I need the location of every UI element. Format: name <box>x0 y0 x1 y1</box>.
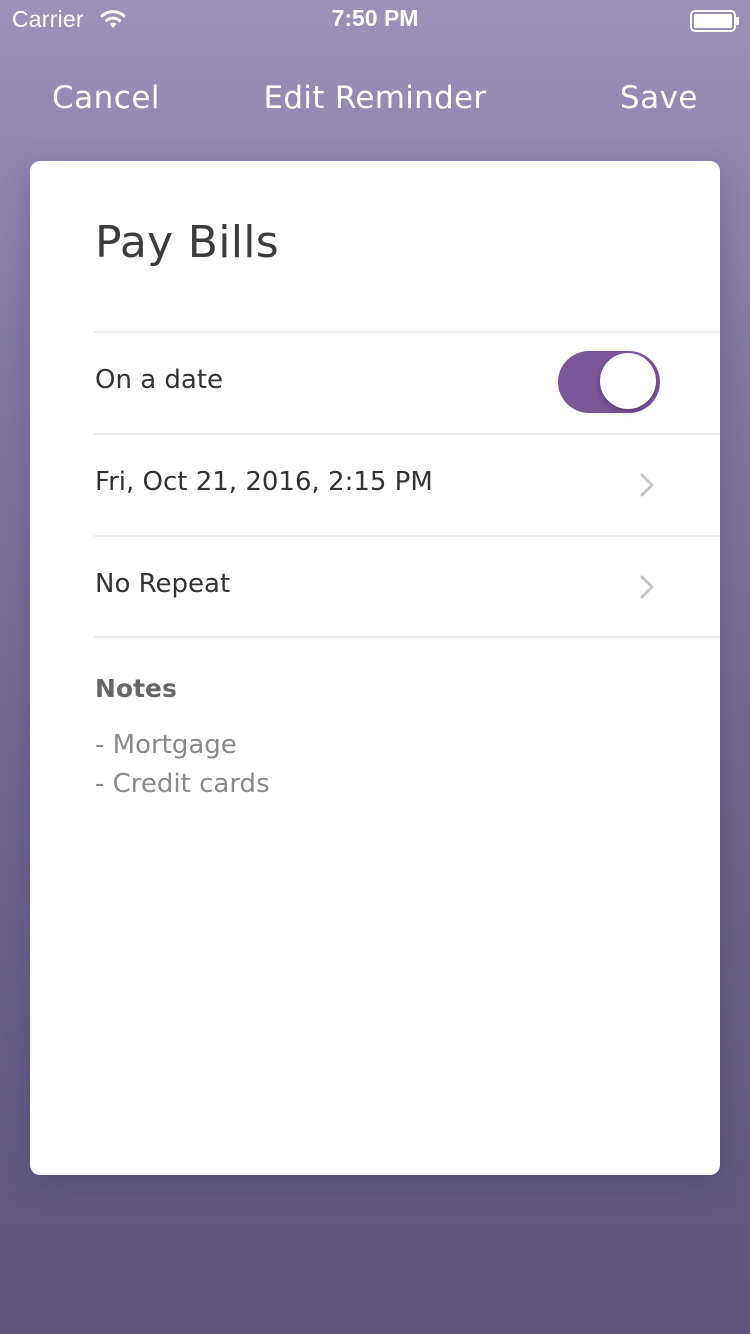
chevron-right-icon <box>640 575 654 599</box>
date-value: Fri, Oct 21, 2016, 2:15 PM <box>95 467 433 497</box>
repeat-row[interactable]: No Repeat <box>94 535 720 638</box>
notes-heading: Notes <box>95 674 177 703</box>
status-bar: Carrier 7:50 PM <box>0 0 750 40</box>
notes-text[interactable]: - Mortgage - Credit cards <box>95 726 655 804</box>
divider <box>94 636 720 638</box>
navigation-bar: Cancel Edit Reminder Save <box>0 70 750 130</box>
reminder-title[interactable]: Pay Bills <box>95 217 279 268</box>
date-row[interactable]: Fri, Oct 21, 2016, 2:15 PM <box>94 433 720 536</box>
repeat-value: No Repeat <box>95 569 231 599</box>
save-button[interactable]: Save <box>620 80 698 116</box>
note-line: - Credit cards <box>95 769 270 799</box>
note-line: - Mortgage <box>95 730 237 760</box>
on-a-date-row: On a date <box>94 331 720 434</box>
on-a-date-label: On a date <box>95 365 224 395</box>
on-a-date-toggle[interactable] <box>558 351 660 413</box>
toggle-knob <box>600 353 656 409</box>
battery-icon <box>690 10 739 32</box>
reminder-card: Pay Bills On a date Fri, Oct 21, 2016, 2… <box>30 161 720 1175</box>
clock: 7:50 PM <box>331 5 419 31</box>
chevron-right-icon <box>640 473 654 497</box>
